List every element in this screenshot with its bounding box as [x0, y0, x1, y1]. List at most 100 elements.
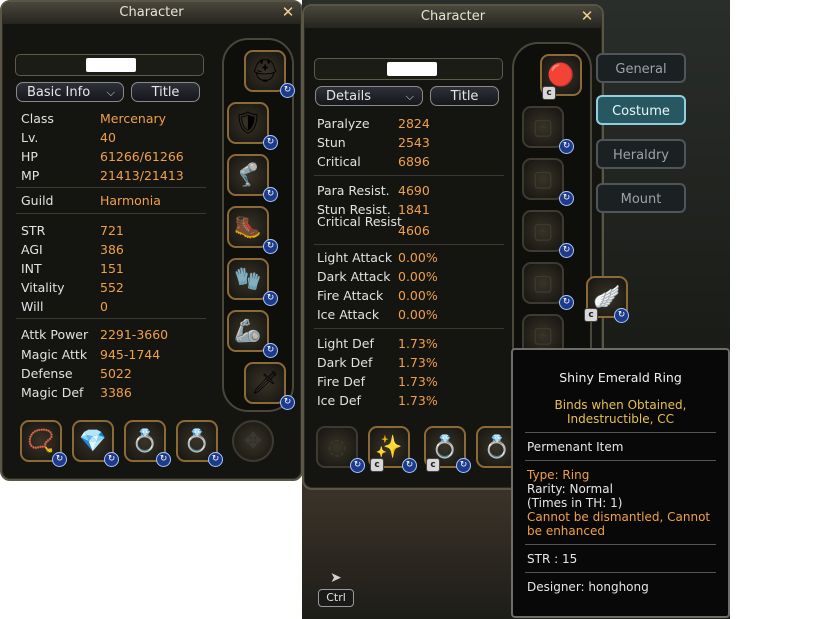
chevron-down-icon: ⌵ — [106, 86, 115, 99]
stat-value-text: 4690 — [398, 183, 430, 198]
refresh-badge-icon: ↻ — [559, 191, 574, 206]
costume-gloves-slot[interactable]: ▢ — [522, 262, 564, 304]
stat-label: Ice Def — [317, 393, 361, 408]
stat-value: 61266/61266 — [100, 149, 184, 164]
view-select-dropdown[interactable]: Details ⌵ — [315, 86, 423, 106]
stat-row: Defense — [21, 366, 73, 381]
stat-value: 21413/21413 — [100, 168, 184, 183]
view-select-dropdown[interactable]: Basic Info ⌵ — [16, 82, 124, 102]
binding-line-2: Indestructible, CC — [567, 412, 674, 426]
stat-label: STR — [21, 223, 46, 238]
stat-label: Will — [21, 299, 44, 314]
shoulder-slot[interactable]: 🦾 — [227, 310, 269, 352]
weapon-slot[interactable]: 🗡 — [244, 362, 286, 404]
chevron-down-icon: ⌵ — [405, 90, 414, 103]
title-button[interactable]: Title — [131, 82, 200, 102]
stat-label: Attk Power — [21, 327, 89, 342]
stat-row: Will — [21, 299, 44, 314]
character-name-field — [15, 54, 204, 76]
divider — [525, 572, 716, 573]
left-character-window: Character ✕ Basic Info ⌵ Title Class Mer… — [0, 0, 303, 481]
stat-row: Ice Attack — [317, 307, 379, 322]
stat-label: HP — [21, 149, 38, 164]
stat-value-text: 3386 — [100, 385, 132, 400]
stat-value-text: 0.00% — [398, 288, 438, 303]
stat-label: Lv. — [21, 130, 39, 145]
stat-label: Dark Attack — [317, 269, 391, 284]
stat-value-text: 4606 — [398, 223, 430, 238]
item-stat: STR : 15 — [527, 552, 578, 566]
title-button[interactable]: Title — [430, 86, 499, 106]
refresh-badge-icon: ↻ — [280, 395, 295, 410]
stat-label: Fire Attack — [317, 288, 384, 303]
stat-value: 151 — [100, 261, 124, 276]
stat-row: Critical Resist — [317, 214, 402, 229]
stat-value: 721 — [100, 223, 124, 238]
stat-value-text: 2543 — [398, 135, 430, 150]
armor-slot[interactable]: 🛡 — [227, 102, 269, 144]
stat-value: 6896 — [398, 154, 430, 169]
stat-label: Defense — [21, 366, 73, 381]
stat-row: MP — [21, 168, 39, 183]
tab-mount[interactable]: Mount — [596, 183, 686, 213]
tab-general[interactable]: General — [596, 53, 686, 83]
tab-costume[interactable]: Costume — [596, 95, 686, 125]
refresh-badge-icon: ↻ — [52, 452, 67, 467]
binding-line-1: Binds when Obtained, — [554, 398, 687, 412]
stat-label: Para Resist. — [317, 183, 390, 198]
refresh-badge-icon: ↻ — [280, 83, 295, 98]
empty-slot[interactable]: ✥ — [232, 420, 274, 462]
refresh-badge-icon: ↻ — [263, 291, 278, 306]
stat-value-text: 151 — [100, 261, 124, 276]
refresh-badge-icon: ↻ — [559, 243, 574, 258]
stat-row: Fire Attack — [317, 288, 383, 303]
stat-row: Attk Power — [21, 327, 88, 342]
refresh-badge-icon: ↻ — [263, 135, 278, 150]
stat-value-text: 1.73% — [398, 374, 438, 389]
refresh-badge-icon: ↻ — [559, 139, 574, 154]
right-window-title: Character — [304, 6, 602, 28]
left-window-title: Character — [2, 2, 301, 24]
stat-value: 0.00% — [398, 307, 438, 322]
divider — [525, 432, 716, 433]
costume-legs-slot[interactable]: ▢ — [522, 158, 564, 200]
stat-label: Dark Def — [317, 355, 373, 370]
stat-value-text: 0 — [100, 299, 108, 314]
refresh-badge-icon: ↻ — [263, 343, 278, 358]
stat-label: Magic Def — [21, 385, 84, 400]
stat-value: 552 — [100, 280, 124, 295]
stat-row: Paralyze — [317, 116, 370, 131]
stat-label: Light Attack — [317, 250, 393, 265]
costume-boots-slot[interactable]: ▢ — [522, 210, 564, 252]
costume-c-badge-icon: c — [542, 86, 556, 100]
gloves-slot[interactable]: 🧤 — [227, 258, 269, 300]
pants-slot[interactable]: 🦿 — [227, 154, 269, 196]
stat-value: 2291-3660 — [100, 327, 168, 342]
stat-label: Light Def — [317, 336, 374, 351]
stat-row: STR — [21, 223, 45, 238]
stat-row: Magic Def — [21, 385, 83, 400]
stat-label: Fire Def — [317, 374, 365, 389]
refresh-badge-icon: ↻ — [350, 458, 365, 473]
stat-label: Paralyze — [317, 116, 370, 131]
stat-label: Critical Resist — [317, 214, 402, 229]
boots-slot[interactable]: 🥾 — [227, 206, 269, 248]
stat-value-text: 2824 — [398, 116, 430, 131]
stat-row: Dark Def — [317, 355, 372, 370]
tab-heraldry[interactable]: Heraldry — [596, 139, 686, 169]
mouse-cursor-icon: ➤ — [330, 570, 342, 586]
close-icon[interactable]: ✕ — [579, 8, 595, 24]
divider — [525, 544, 716, 545]
name-redaction — [387, 62, 437, 76]
stat-value-text: 6896 — [398, 154, 430, 169]
helmet-slot[interactable]: ⛑ — [244, 50, 286, 92]
item-duration: Permenant Item — [527, 440, 624, 454]
stat-label: Stun — [317, 135, 346, 150]
refresh-badge-icon: ↻ — [402, 458, 417, 473]
costume-body-slot[interactable]: ▢ — [522, 106, 564, 148]
stat-label: Vitality — [21, 280, 65, 295]
stat-value: 4606 — [398, 223, 430, 238]
close-icon[interactable]: ✕ — [280, 4, 296, 20]
stat-row: Vitality — [21, 280, 65, 295]
stat-row: Guild — [21, 193, 54, 208]
